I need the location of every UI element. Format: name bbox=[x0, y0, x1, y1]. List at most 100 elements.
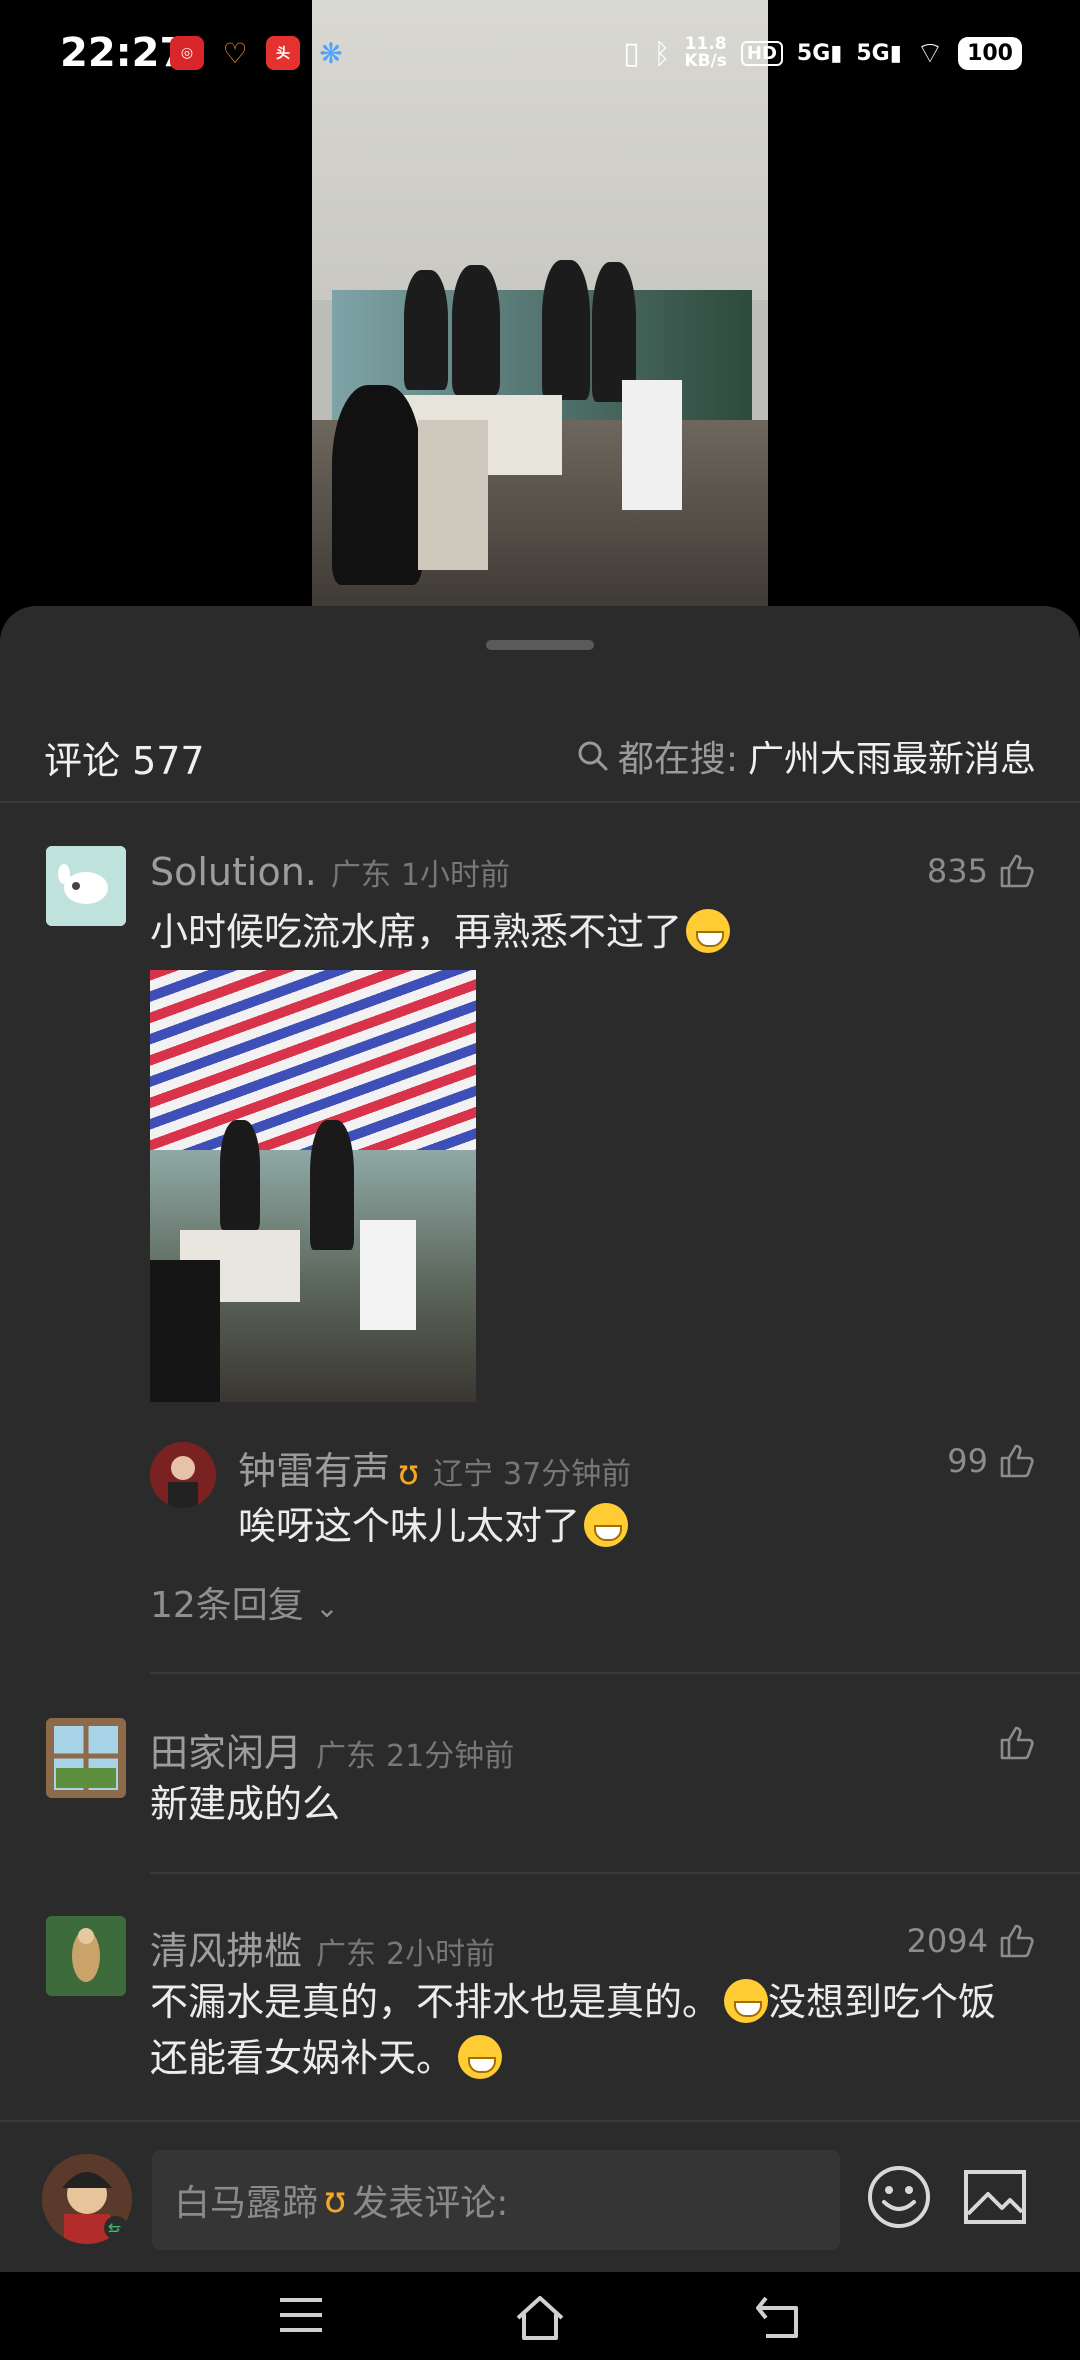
cloud-app-icon: ❋ bbox=[319, 36, 343, 70]
striped-awning bbox=[150, 970, 476, 1150]
video-figure bbox=[332, 385, 422, 585]
comment-item: 田家闲月 广东 21分钟前 新建成的么 bbox=[0, 1718, 1080, 1918]
video-figure bbox=[452, 265, 500, 395]
svg-text:⇆: ⇆ bbox=[108, 2219, 121, 2238]
photo-figure bbox=[310, 1120, 354, 1250]
vip-badge-icon: ʊ bbox=[398, 1453, 420, 1493]
avatar-image bbox=[46, 1718, 126, 1798]
thumbs-up-icon bbox=[1000, 854, 1034, 888]
reply-time: 37分钟前 bbox=[503, 1457, 632, 1492]
toutiao-icon: 头 bbox=[266, 36, 300, 70]
taobao-icon: ♡ bbox=[222, 36, 248, 70]
status-app-icons: ◎ ♡ 头 ❋ bbox=[170, 36, 348, 70]
back-icon[interactable] bbox=[752, 2292, 806, 2342]
status-indicators: ▯ ᛒ 11.8 KB/s HD 5G▮ 5G▮ ⌔ 100 bbox=[623, 34, 1022, 72]
comment-time: 2小时前 bbox=[386, 1937, 496, 1972]
vip-badge-icon: ʊ bbox=[324, 2179, 347, 2221]
image-button-icon[interactable] bbox=[962, 2164, 1028, 2230]
comment-image[interactable] bbox=[150, 970, 476, 1402]
comment-time: 21分钟前 bbox=[386, 1739, 515, 1774]
more-replies-button[interactable]: 12条回复 ⌄ bbox=[150, 1576, 339, 1628]
vibrate-icon: ▯ bbox=[623, 35, 640, 71]
comment-meta: 清风拂槛 广东 2小时前 bbox=[150, 1920, 495, 1975]
emoji-button-icon[interactable] bbox=[866, 2164, 932, 2230]
video-figure bbox=[542, 260, 590, 400]
input-placeholder: 发表评论: bbox=[352, 2183, 509, 2224]
thumbs-up-icon bbox=[1000, 1924, 1034, 1958]
comment-sheet: 评论 577 都在搜: 广州大雨最新消息 Solution. 广东 1小时前 8… bbox=[0, 606, 1080, 2360]
user-avatar[interactable]: ⇆ bbox=[42, 2154, 132, 2244]
laugh-cry-emoji-icon bbox=[724, 1979, 769, 2023]
reply-like-button[interactable]: 99 bbox=[947, 1442, 1036, 1480]
comment-time: 1小时前 bbox=[400, 858, 510, 893]
reply-meta: 钟雷有声 ʊ 辽宁 37分钟前 bbox=[238, 1440, 631, 1495]
reply-avatar-image bbox=[150, 1442, 216, 1508]
comment-author[interactable]: Solution. bbox=[150, 850, 317, 894]
comment-text: 新建成的么 bbox=[150, 1782, 341, 1826]
laugh-cry-emoji-icon bbox=[584, 1503, 629, 1547]
comment-meta: Solution. 广东 1小时前 bbox=[150, 850, 510, 894]
user-avatar-image: ⇆ bbox=[42, 2154, 132, 2244]
comment-location: 广东 bbox=[330, 858, 391, 893]
reply-location: 辽宁 bbox=[433, 1457, 494, 1492]
comment-input-bar: ⇆ 白马露蹄 ʊ 发表评论: bbox=[0, 2120, 1080, 2272]
comment-item: 清风拂槛 广东 2小时前 2094 不漏水是真的，不排水也是真的。 没想到吃个饭 … bbox=[0, 1916, 1080, 2126]
photo-figure bbox=[150, 1260, 220, 1402]
grin-emoji-icon bbox=[686, 909, 731, 953]
comment-author[interactable]: 清风拂槛 bbox=[150, 1920, 302, 1975]
avatar[interactable] bbox=[46, 846, 126, 926]
like-count: 2094 bbox=[906, 1922, 988, 1960]
bluetooth-icon: ᛒ bbox=[653, 36, 671, 70]
comment-divider bbox=[150, 1672, 1080, 1674]
comment-input[interactable]: 白马露蹄 ʊ 发表评论: bbox=[152, 2150, 840, 2250]
network-speed: 11.8 KB/s bbox=[684, 34, 727, 71]
comment-divider bbox=[150, 1872, 1080, 1874]
comment-location: 广东 bbox=[316, 1937, 377, 1972]
home-icon[interactable] bbox=[512, 2292, 568, 2342]
comment-meta: 田家闲月 广东 21分钟前 bbox=[150, 1722, 514, 1777]
sheet-drag-handle[interactable] bbox=[486, 640, 594, 650]
signal-5g-1: 5G▮ bbox=[796, 40, 843, 66]
like-button[interactable] bbox=[988, 1724, 1036, 1762]
comment-author[interactable]: 田家闲月 bbox=[150, 1722, 302, 1777]
photo-figure bbox=[220, 1120, 260, 1230]
status-bar: 22:27 ◎ ♡ 头 ❋ ▯ ᛒ 11.8 KB/s HD 5G▮ 5G▮ ⌔ … bbox=[0, 0, 1080, 110]
input-user-name: 白马露蹄 bbox=[174, 2183, 319, 2224]
like-button[interactable]: 2094 bbox=[907, 1922, 1036, 1960]
avatar[interactable] bbox=[46, 1718, 126, 1798]
comment-text: 不漏水是真的，不排水也是真的。 没想到吃个饭 还能看女娲补天。 bbox=[150, 1979, 997, 2080]
video-figure bbox=[622, 380, 682, 510]
wifi-icon: ⌔ bbox=[915, 36, 945, 71]
thumbs-up-icon bbox=[1000, 1726, 1034, 1760]
like-button[interactable]: 835 bbox=[927, 852, 1036, 890]
video-figure bbox=[418, 420, 488, 570]
chevron-down-icon: ⌄ bbox=[315, 1591, 339, 1624]
reply-author[interactable]: 钟雷有声 bbox=[238, 1440, 390, 1495]
avatar[interactable] bbox=[46, 1916, 126, 1996]
comment-location: 广东 bbox=[316, 1739, 377, 1774]
status-time: 22:27 bbox=[60, 30, 188, 76]
search-prefix: 都在搜: bbox=[617, 739, 738, 780]
photo-figure bbox=[360, 1220, 416, 1330]
header-divider bbox=[0, 801, 1080, 803]
like-count: 99 bbox=[947, 1442, 988, 1480]
signal-5g-2: 5G▮ bbox=[856, 40, 902, 66]
system-nav-bar bbox=[0, 2272, 1080, 2360]
search-icon bbox=[578, 741, 608, 771]
hot-search-link[interactable]: 都在搜: 广州大雨最新消息 bbox=[576, 730, 1036, 782]
avatar-image bbox=[46, 1916, 126, 1996]
netease-music-icon: ◎ bbox=[170, 36, 204, 70]
joy-emoji-icon bbox=[458, 2035, 503, 2079]
battery-indicator: 100 bbox=[958, 36, 1022, 70]
hd-badge: HD bbox=[740, 40, 783, 66]
reply-avatar[interactable] bbox=[150, 1442, 216, 1508]
comment-text: 小时候吃流水席，再熟悉不过了 bbox=[150, 904, 1030, 960]
search-term: 广州大雨最新消息 bbox=[747, 739, 1036, 780]
comment-count-title: 评论 577 bbox=[44, 739, 205, 783]
comment-header: 评论 577 都在搜: 广州大雨最新消息 bbox=[0, 716, 1080, 796]
like-count: 835 bbox=[926, 852, 988, 890]
menu-icon[interactable] bbox=[276, 2292, 326, 2338]
comment-item: Solution. 广东 1小时前 835 小时候吃流水席，再熟悉不过了 钟雷有… bbox=[0, 846, 1080, 1726]
avatar-image bbox=[46, 846, 126, 926]
reply-text: 唉呀这个味儿太对了 bbox=[238, 1498, 1080, 1554]
